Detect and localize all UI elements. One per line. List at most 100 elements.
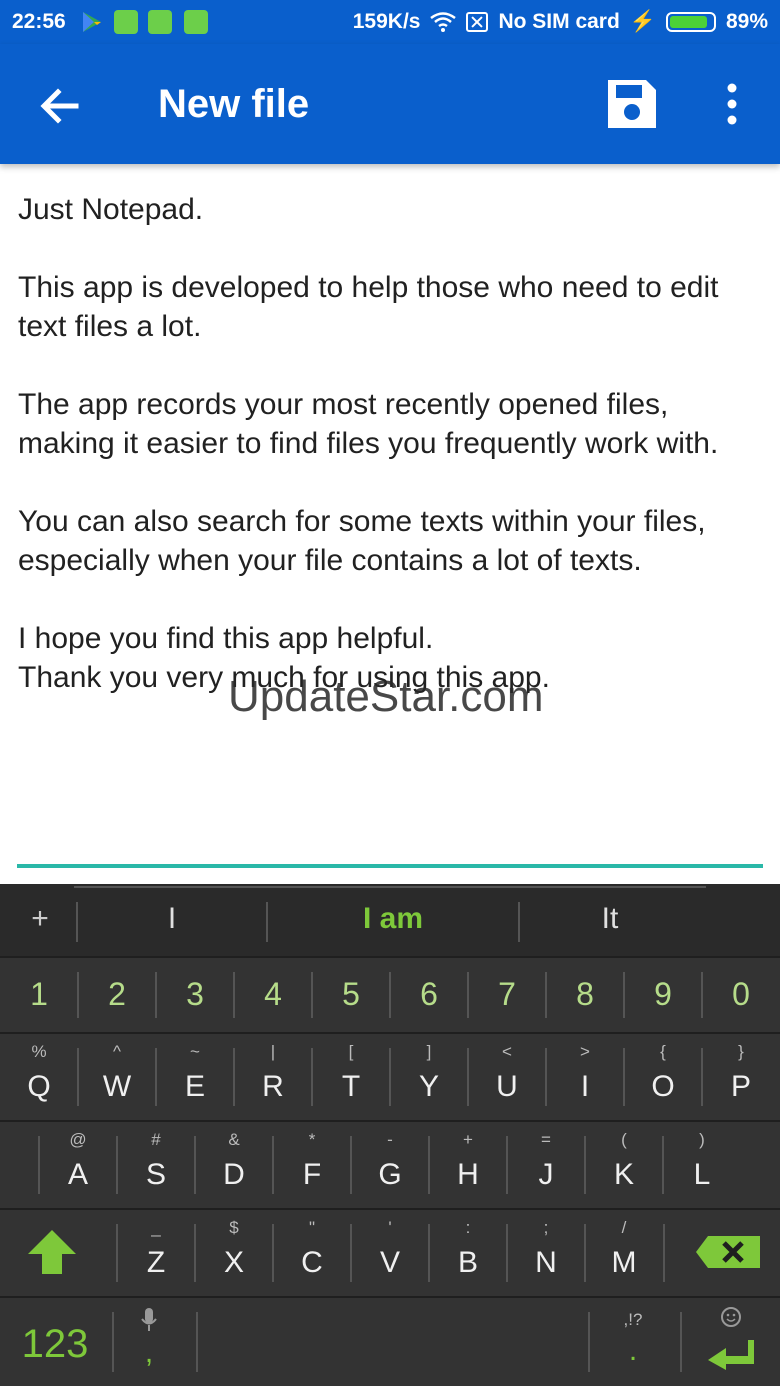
key[interactable]: # S bbox=[117, 1122, 195, 1208]
key[interactable]: 0 bbox=[702, 958, 780, 1032]
key[interactable]: [T bbox=[312, 1034, 390, 1120]
play-store-icon bbox=[80, 10, 104, 34]
key-label: 9 bbox=[654, 976, 672, 1012]
page-title: New file bbox=[158, 82, 310, 126]
key-alt-label: @ bbox=[69, 1130, 87, 1149]
key[interactable]: > I bbox=[546, 1034, 624, 1120]
key[interactable]: $ X bbox=[195, 1210, 273, 1296]
suggestion-plus[interactable]: + bbox=[20, 902, 60, 942]
arrow-left-icon[interactable] bbox=[36, 82, 84, 130]
key[interactable]: ^ W bbox=[78, 1034, 156, 1120]
key-label: D bbox=[223, 1158, 245, 1191]
android-notification-icon bbox=[184, 10, 208, 34]
comma-key[interactable]: , bbox=[114, 1298, 184, 1386]
key[interactable]: {O bbox=[624, 1034, 702, 1120]
key-alt-label: ; bbox=[543, 1218, 549, 1237]
editor-underline bbox=[17, 864, 763, 868]
key-label: X bbox=[223, 1246, 244, 1279]
key-label: 6 bbox=[420, 976, 438, 1012]
key-label: C bbox=[301, 1246, 323, 1279]
key[interactable]: ~ E bbox=[156, 1034, 234, 1120]
key-alt-label: [ bbox=[348, 1042, 354, 1061]
key-label: 2 bbox=[108, 976, 126, 1012]
key[interactable]: _ Z bbox=[117, 1210, 195, 1296]
key[interactable]: | R bbox=[234, 1034, 312, 1120]
key[interactable]: + H bbox=[429, 1122, 507, 1208]
key-label: 4 bbox=[264, 976, 282, 1012]
enter-arrow-icon bbox=[708, 1340, 754, 1370]
key-label: J bbox=[538, 1158, 554, 1191]
shift-arrow-icon bbox=[28, 1230, 76, 1274]
enter-key[interactable] bbox=[682, 1298, 780, 1386]
suggestion-center[interactable]: I am bbox=[268, 902, 518, 942]
key-alt-label: { bbox=[660, 1042, 666, 1061]
key[interactable]: / M bbox=[585, 1210, 663, 1296]
key-label: I bbox=[580, 1070, 590, 1103]
key-label: F bbox=[302, 1158, 322, 1191]
key[interactable]: * F bbox=[273, 1122, 351, 1208]
key-alt-label: " bbox=[308, 1218, 316, 1237]
key[interactable]: (K bbox=[585, 1122, 663, 1208]
key-alt-label: ' bbox=[388, 1218, 392, 1237]
wifi-icon bbox=[430, 12, 457, 32]
space-key[interactable] bbox=[198, 1298, 588, 1386]
key-label: B bbox=[457, 1246, 478, 1279]
key[interactable]: 3 bbox=[156, 958, 234, 1032]
key[interactable]: 6 bbox=[390, 958, 468, 1032]
key-label: H bbox=[457, 1158, 479, 1191]
battery-icon bbox=[665, 12, 716, 32]
key[interactable]: ; N bbox=[507, 1210, 585, 1296]
key[interactable]: 9 bbox=[624, 958, 702, 1032]
soft-keyboard: + I I am It 1234567890 % Q ^ W ~ E | R[T] Y < U > I{… bbox=[0, 884, 780, 1386]
key-label: 0 bbox=[732, 976, 750, 1012]
key-label: 5 bbox=[342, 976, 360, 1012]
key[interactable]: < U bbox=[468, 1034, 546, 1120]
key[interactable]: 8 bbox=[546, 958, 624, 1032]
key-alt-label: $ bbox=[229, 1218, 239, 1237]
key-alt-label: / bbox=[621, 1218, 627, 1237]
status-time: 22:56 bbox=[12, 10, 66, 33]
key[interactable]: 2 bbox=[78, 958, 156, 1032]
smiley-icon bbox=[721, 1307, 741, 1327]
key[interactable]: ' V bbox=[351, 1210, 429, 1296]
text-editor[interactable]: Just Notepad. This app is developed to h… bbox=[18, 190, 768, 697]
key-label: R bbox=[262, 1070, 284, 1103]
key[interactable]: 4 bbox=[234, 958, 312, 1032]
key-label: K bbox=[613, 1158, 634, 1191]
key[interactable]: & D bbox=[195, 1122, 273, 1208]
key[interactable]: -G bbox=[351, 1122, 429, 1208]
key-label: 7 bbox=[498, 976, 516, 1012]
key[interactable]: = J bbox=[507, 1122, 585, 1208]
suggestion-right[interactable]: It bbox=[520, 902, 700, 942]
key[interactable]: } P bbox=[702, 1034, 780, 1120]
period-key[interactable]: ,!? . bbox=[590, 1298, 676, 1386]
key-label: A bbox=[67, 1158, 88, 1191]
key-row-2: @ A # S & D * F - G + H = J(K) L bbox=[0, 1122, 780, 1208]
key[interactable]: " C bbox=[273, 1210, 351, 1296]
key-alt-label: : bbox=[465, 1218, 471, 1237]
key[interactable]: :B bbox=[429, 1210, 507, 1296]
shift-key[interactable] bbox=[0, 1210, 110, 1296]
key-alt-label: # bbox=[151, 1130, 161, 1149]
key[interactable]: @ A bbox=[39, 1122, 117, 1208]
backspace-key[interactable] bbox=[666, 1210, 780, 1296]
key[interactable]: 5 bbox=[312, 958, 390, 1032]
key-label: 1 bbox=[30, 976, 48, 1012]
suggestion-left[interactable]: I bbox=[78, 902, 266, 942]
key[interactable]: 1 bbox=[0, 958, 78, 1032]
microphone-icon bbox=[141, 1308, 157, 1331]
key[interactable]: ] Y bbox=[390, 1034, 468, 1120]
key[interactable]: 7 bbox=[468, 958, 546, 1032]
key-alt-label: ( bbox=[621, 1130, 627, 1149]
key[interactable]: ) L bbox=[663, 1122, 741, 1208]
key-label: P bbox=[730, 1070, 751, 1103]
key-alt-label: + bbox=[463, 1130, 473, 1149]
symbols-key[interactable]: 123 bbox=[0, 1298, 110, 1386]
key-label: N bbox=[535, 1246, 557, 1279]
key-alt-label: | bbox=[270, 1042, 276, 1061]
android-notification-icon bbox=[148, 10, 172, 34]
key[interactable]: % Q bbox=[0, 1034, 78, 1120]
floppy-disk-icon[interactable] bbox=[604, 76, 660, 132]
more-vert-icon[interactable] bbox=[714, 80, 750, 128]
status-bar: 22:56 159K/s No SIM card ⚡ 89% bbox=[0, 0, 780, 44]
